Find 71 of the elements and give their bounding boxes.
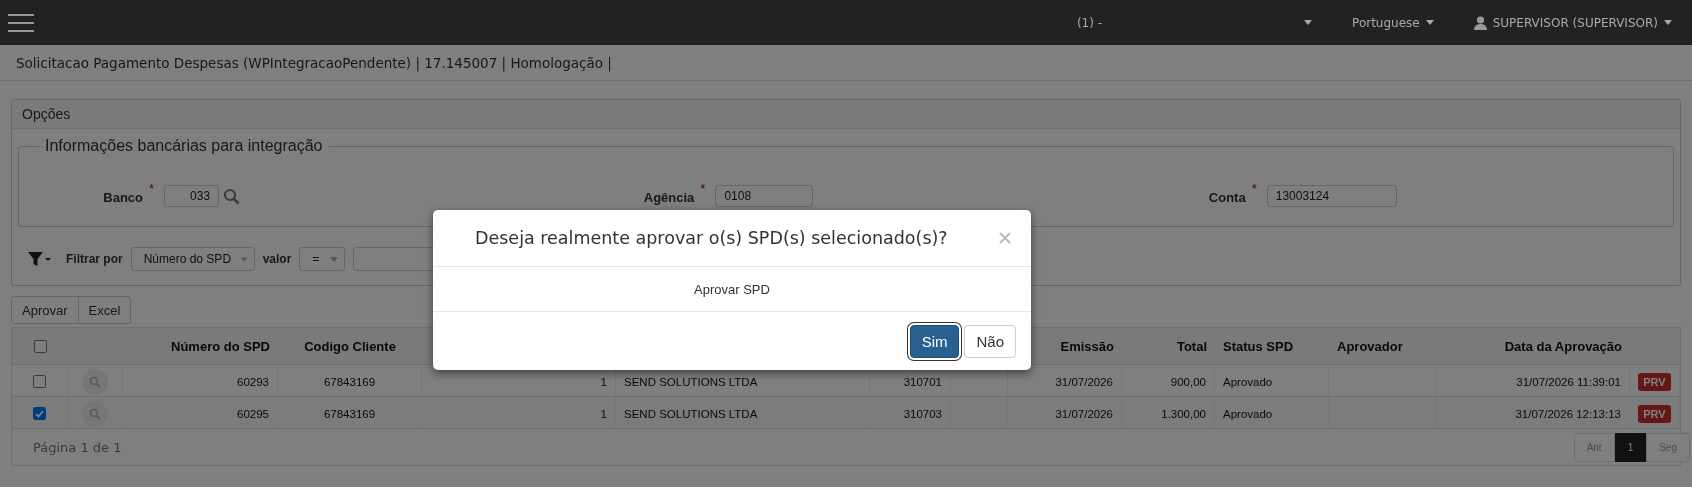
required-mark: * <box>149 181 155 196</box>
search-icon[interactable] <box>223 187 241 205</box>
table-cell: 60295 <box>237 407 269 420</box>
field-label: Banco <box>102 189 143 205</box>
caret-icon <box>241 256 248 262</box>
language-selector[interactable]: Portuguese <box>1352 15 1420 30</box>
field-label: Conta <box>1207 189 1246 205</box>
required-mark: * <box>1251 181 1257 196</box>
input-field[interactable]: 033 <box>164 185 220 207</box>
filter-field-select[interactable]: Número do SPD <box>130 247 255 271</box>
status-badge[interactable]: PRV <box>1638 372 1671 391</box>
table-cell: 67843169 <box>323 375 376 388</box>
column-header[interactable]: Codigo Cliente <box>304 338 396 354</box>
field-label: Agência <box>642 189 695 205</box>
panel-title: Opções <box>22 106 71 122</box>
user-menu[interactable]: SUPERVISOR (SUPERVISOR) <box>1492 15 1658 30</box>
caret-icon <box>1664 20 1672 25</box>
status-badge[interactable]: PRV <box>1638 404 1671 423</box>
operator-select[interactable]: = <box>299 247 346 271</box>
input-field[interactable]: 0108 <box>715 185 814 207</box>
close-icon[interactable] <box>999 232 1011 244</box>
account-selector[interactable]: (1) - <box>1076 15 1103 30</box>
table-cell: 900,00 <box>1170 375 1206 388</box>
table-cell: 1.300,00 <box>1161 407 1206 420</box>
select-all-checkbox[interactable] <box>33 339 47 353</box>
required-mark: * <box>700 181 706 196</box>
fieldset-legend: Informações bancárias para integração <box>39 137 329 155</box>
page-info: Página 1 de 1 <box>33 439 122 455</box>
toolbar-button[interactable]: Aprovar <box>11 296 79 324</box>
table-cell: 31/07/2026 12:13:13 <box>1515 407 1621 420</box>
column-header[interactable]: Número do SPD <box>171 338 270 354</box>
caret-icon <box>330 256 339 262</box>
row-checkbox[interactable] <box>33 375 46 388</box>
column-header[interactable]: Data da Aprovação <box>1504 338 1622 354</box>
table-cell: 310703 <box>903 407 942 420</box>
filter-label: Filtrar por <box>66 252 123 266</box>
table-cell: 1 <box>600 407 607 420</box>
column-header[interactable]: Status SPD <box>1223 338 1294 354</box>
user-icon <box>1473 15 1487 30</box>
caret-icon <box>1425 20 1434 25</box>
confirm-button[interactable]: Sim <box>909 324 960 358</box>
table-cell: 1 <box>600 375 607 388</box>
table-cell: 310701 <box>903 375 942 388</box>
table-cell: 67843169 <box>323 407 376 420</box>
page-title: Solicitacao Pagamento Despesas (WPIntegracaoPendente) | 17.145007 | Homologação | <box>16 54 612 71</box>
search-icon <box>89 407 101 420</box>
table-cell: 31/07/2026 <box>1055 375 1113 388</box>
column-header[interactable]: Emissão <box>1060 338 1114 354</box>
column-header[interactable]: Total <box>1176 338 1207 354</box>
input-field[interactable]: 13003124 <box>1266 185 1397 207</box>
page-button[interactable]: 1 <box>1614 432 1647 462</box>
column-header[interactable]: Aprovador <box>1337 338 1403 354</box>
cancel-button[interactable]: Não <box>964 324 1016 358</box>
value-label: valor <box>262 252 292 266</box>
table-cell: SEND SOLUTIONS LTDA <box>624 407 758 420</box>
view-button[interactable] <box>82 368 108 395</box>
toolbar-button[interactable]: Excel <box>78 296 132 324</box>
table-cell: 31/07/2026 11:39:01 <box>1516 375 1621 388</box>
table-cell: 60293 <box>237 375 269 388</box>
row-checkbox[interactable] <box>33 407 46 420</box>
caret-icon <box>1304 20 1313 25</box>
table-cell: 31/07/2026 <box>1055 407 1113 420</box>
filter-icon[interactable] <box>28 251 52 267</box>
dialog-title: Deseja realmente aprovar o(s) SPD(s) selecionado(s)? <box>475 228 949 248</box>
table-cell: Aprovado <box>1223 375 1273 388</box>
table-cell: Aprovado <box>1223 407 1273 420</box>
table-cell: SEND SOLUTIONS LTDA <box>624 375 758 388</box>
dialog-message: Aprovar SPD <box>694 281 770 297</box>
search-icon <box>89 375 101 388</box>
view-button[interactable] <box>82 400 108 427</box>
menu-icon[interactable] <box>8 13 34 32</box>
